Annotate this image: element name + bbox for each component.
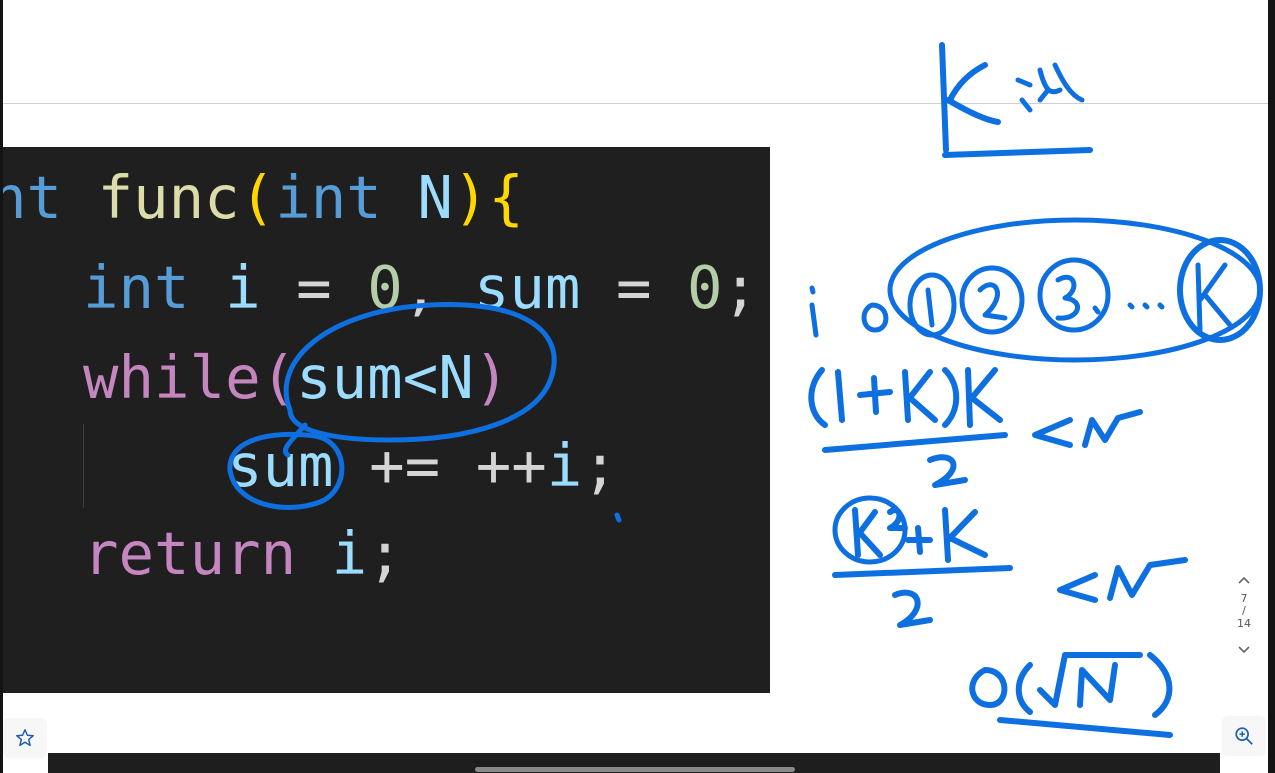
sqrt-mark — [1037, 652, 1143, 708]
fraction2-numerator-mark — [852, 507, 988, 563]
zero-mark — [861, 302, 889, 333]
slide-divider-line — [3, 103, 1268, 104]
k-circle-mark — [1177, 237, 1263, 343]
fraction1-bar-mark — [822, 432, 1008, 453]
fraction1-denominator-mark — [927, 454, 968, 488]
code-line-1: nt func(int N){ — [3, 163, 524, 232]
close-paren-mark — [1147, 652, 1173, 718]
i-letter-mark — [809, 285, 819, 338]
o-underline-mark — [997, 717, 1173, 738]
slide-viewer: nt func(int N){ int i = 0, sum = 0; whil… — [0, 0, 1275, 773]
code-line-5: return i; — [83, 519, 403, 588]
page-separator: / — [1242, 604, 1246, 617]
one-digit-mark — [925, 287, 935, 328]
code-block: nt func(int N){ int i = 0, sum = 0; whil… — [3, 147, 770, 693]
less-than-n2-mark — [1057, 557, 1188, 603]
favorite-button[interactable] — [3, 718, 47, 758]
home-indicator[interactable] — [475, 767, 795, 772]
fraction2-bar-mark — [832, 565, 1013, 578]
indent-guide — [83, 424, 84, 508]
open-paren-mark — [1015, 662, 1033, 715]
two-digit-mark — [977, 282, 1008, 321]
chevron-up-icon[interactable] — [1226, 570, 1262, 592]
two-circle-mark — [959, 265, 1025, 335]
three-circle-mark — [1037, 257, 1111, 333]
total-page-count: 14 — [1237, 617, 1251, 630]
n-letter-mark — [1077, 662, 1118, 708]
right-window-edge — [1268, 0, 1275, 773]
three-digit-mark — [1055, 274, 1101, 321]
k-in-circle-mark — [1195, 262, 1233, 333]
less-than-n1-mark — [1032, 409, 1143, 448]
k-squared-circle-mark — [832, 495, 908, 565]
code-line-3: while(sum<N) — [83, 343, 510, 412]
sequence-oval-mark — [887, 217, 1263, 363]
code-line-2: int i = 0, sum = 0; — [83, 253, 759, 322]
fraction1-numerator-mark — [808, 367, 1003, 428]
one-circle-mark — [907, 272, 957, 338]
code-line-4: sum += ++i; — [227, 431, 618, 500]
star-icon — [16, 729, 34, 747]
fraction2-denominator-mark — [892, 589, 933, 628]
zoom-in-button[interactable] — [1222, 716, 1266, 756]
page-navigation: 7 / 14 — [1226, 570, 1262, 690]
k-underline-mark — [942, 147, 1093, 158]
big-o-mark — [969, 667, 1008, 708]
k-letter-mark — [939, 42, 1001, 153]
zoom-in-icon — [1235, 727, 1253, 745]
chevron-down-icon[interactable] — [1226, 640, 1262, 662]
ellipsis-mark — [1127, 302, 1165, 310]
